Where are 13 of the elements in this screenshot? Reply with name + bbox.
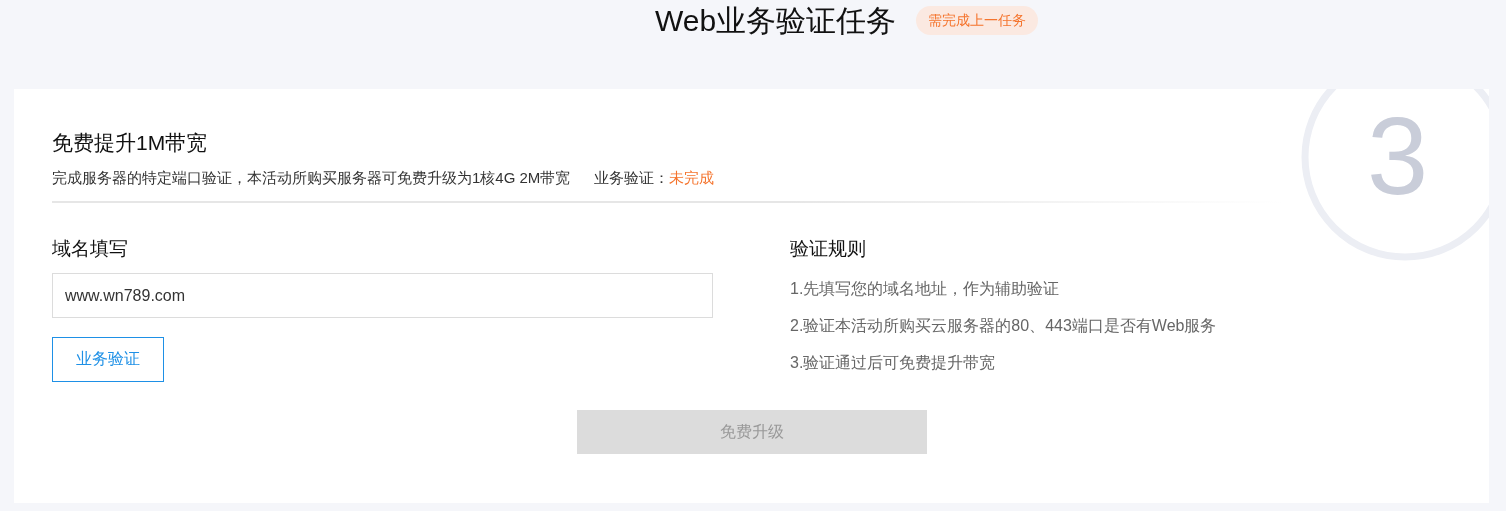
task-description: 完成服务器的特定端口验证，本活动所购买服务器可免费升级为1核4G 2M带宽 xyxy=(52,169,571,186)
rules-title: 验证规则 xyxy=(790,237,867,261)
verify-button[interactable]: 业务验证 xyxy=(52,337,164,382)
domain-label: 域名填写 xyxy=(52,237,129,261)
page-title: Web业务验证任务 xyxy=(654,3,897,39)
status-value: 未完成 xyxy=(669,169,715,186)
rule-text: 2.验证本活动所购买云服务器的80、443端口是否有Web服务 xyxy=(790,316,1217,336)
status-label: 业务验证： xyxy=(594,169,670,186)
status-badge: 需完成上一任务 xyxy=(916,6,1039,35)
task-title: 免费提升1M带宽 xyxy=(52,130,209,156)
rule-text: 3.验证通过后可免费提升带宽 xyxy=(790,353,997,373)
rule-text: 1.先填写您的域名地址，作为辅助验证 xyxy=(790,279,1061,299)
domain-input[interactable]: www.wn789.com xyxy=(52,273,713,318)
